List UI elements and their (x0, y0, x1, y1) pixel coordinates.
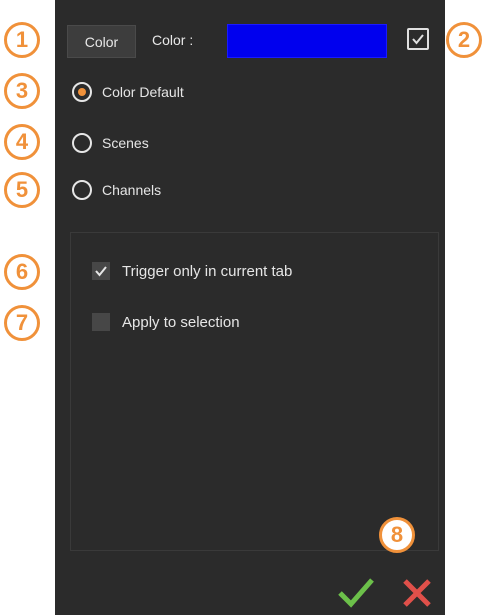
checkbox-label: Trigger only in current tab (122, 262, 293, 280)
annotation-badge: 7 (4, 305, 40, 341)
enable-checkbox[interactable] (407, 28, 429, 50)
option-apply-to-selection[interactable]: Apply to selection (92, 313, 240, 331)
annotation-badge: 2 (446, 22, 482, 58)
check-icon[interactable] (336, 576, 376, 610)
color-field-label: Color : (152, 32, 194, 48)
annotation-badge: 5 (4, 172, 40, 208)
annotation-badge: 4 (4, 124, 40, 160)
option-trigger-current-tab[interactable]: Trigger only in current tab (92, 262, 292, 280)
color-swatch[interactable] (227, 24, 387, 58)
annotation-badge: 3 (4, 73, 40, 109)
radio-channels[interactable]: Channels (72, 180, 161, 200)
color-button[interactable]: Color (67, 25, 136, 58)
radio-button[interactable] (72, 133, 92, 153)
checkbox-label: Apply to selection (122, 313, 240, 331)
checkmark-icon (412, 34, 424, 45)
radio-button[interactable] (72, 180, 92, 200)
annotation-badge: 8 (379, 517, 415, 553)
radio-button[interactable] (72, 82, 92, 102)
annotation-badge: 1 (4, 22, 40, 58)
annotation-badge: 6 (4, 254, 40, 290)
radio-label: Channels (102, 182, 162, 198)
radio-label: Color Default (102, 84, 184, 100)
radio-scenes[interactable]: Scenes (72, 133, 149, 153)
checkmark-icon (95, 266, 107, 277)
close-icon[interactable] (400, 576, 434, 610)
radio-color-default[interactable]: Color Default (72, 82, 184, 102)
checkbox[interactable] (92, 313, 110, 331)
radio-label: Scenes (102, 135, 149, 151)
checkbox[interactable] (92, 262, 110, 280)
